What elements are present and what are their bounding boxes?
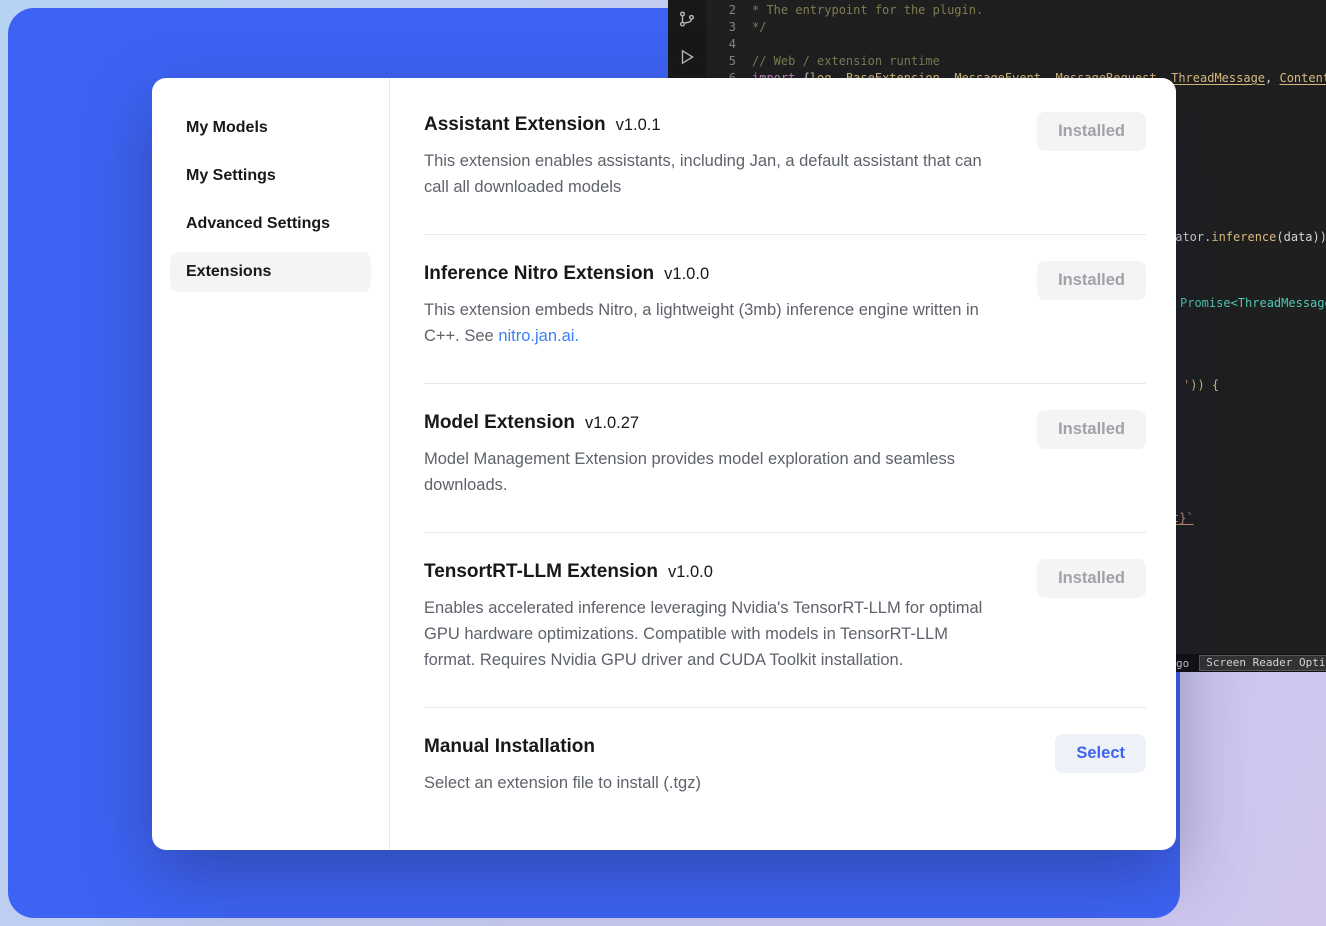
code-line: 2 * The entrypoint for the plugin. — [706, 2, 1326, 19]
code-area: 2 * The entrypoint for the plugin. 3 */ … — [706, 2, 1326, 87]
installed-button[interactable]: Installed — [1037, 112, 1146, 151]
select-file-button[interactable]: Select — [1055, 734, 1146, 773]
extension-item-model: Model Extensionv1.0.27 Model Management … — [424, 384, 1146, 533]
sidebar-item-advanced-settings[interactable]: Advanced Settings — [170, 204, 371, 244]
settings-sidebar: My Models My Settings Advanced Settings … — [152, 78, 390, 850]
code-line: 4 — [706, 36, 1326, 53]
code-line: 3 */ — [706, 19, 1326, 36]
extension-version: v1.0.1 — [616, 116, 661, 134]
manual-installation-description: Select an extension file to install (.tg… — [424, 770, 701, 796]
screen-reader-chip[interactable]: Screen Reader Optimized — [1199, 655, 1326, 671]
installed-button[interactable]: Installed — [1037, 559, 1146, 598]
code-fragment: ')) { — [1183, 378, 1219, 392]
manual-installation-title: Manual Installation — [424, 734, 701, 760]
extension-version: v1.0.27 — [585, 414, 639, 432]
extension-description: Enables accelerated inference leveraging… — [424, 595, 1002, 673]
manual-installation-item: Manual Installation Select an extension … — [424, 708, 1146, 830]
extension-version: v1.0.0 — [668, 563, 713, 581]
code-text: */ — [752, 19, 766, 36]
extension-title: Model Extensionv1.0.27 — [424, 410, 1002, 436]
sidebar-item-my-models[interactable]: My Models — [170, 108, 371, 148]
nitro-link[interactable]: nitro.jan.ai. — [498, 327, 579, 345]
extension-description: Model Management Extension provides mode… — [424, 446, 1002, 498]
extension-item-inference-nitro: Inference Nitro Extensionv1.0.0 This ext… — [424, 235, 1146, 384]
source-control-icon[interactable] — [668, 0, 706, 38]
status-item: go — [1176, 657, 1189, 670]
code-text: * The entrypoint for the plugin. — [752, 2, 983, 19]
extension-item-assistant: Assistant Extensionv1.0.1 This extension… — [424, 106, 1146, 235]
installed-button[interactable]: Installed — [1037, 261, 1146, 300]
sidebar-item-my-settings[interactable]: My Settings — [170, 156, 371, 196]
line-number: 4 — [706, 36, 752, 53]
installed-button[interactable]: Installed — [1037, 410, 1146, 449]
extension-description: This extension embeds Nitro, a lightweig… — [424, 297, 1002, 349]
run-debug-icon[interactable] — [668, 38, 706, 76]
code-fragment: Promise<ThreadMessage> — [1180, 296, 1326, 310]
extension-title: Inference Nitro Extensionv1.0.0 — [424, 261, 1002, 287]
extension-title: Assistant Extensionv1.0.1 — [424, 112, 1002, 138]
extension-description: This extension enables assistants, inclu… — [424, 148, 1002, 200]
line-number: 5 — [706, 53, 752, 70]
code-line: 5 // Web / extension runtime — [706, 53, 1326, 70]
line-number: 2 — [706, 2, 752, 19]
code-fragment: rator.inference(data)); — [1168, 230, 1326, 244]
settings-modal: My Models My Settings Advanced Settings … — [152, 78, 1176, 850]
extensions-panel: Assistant Extensionv1.0.1 This extension… — [390, 78, 1176, 850]
code-text: // Web / extension runtime — [752, 53, 940, 70]
extension-title: TensortRT-LLM Extensionv1.0.0 — [424, 559, 1002, 585]
line-number: 3 — [706, 19, 752, 36]
sidebar-item-extensions[interactable]: Extensions — [170, 252, 371, 292]
desktop: 2 * The entrypoint for the plugin. 3 */ … — [0, 0, 1326, 926]
extension-item-tensorrt-llm: TensortRT-LLM Extensionv1.0.0 Enables ac… — [424, 533, 1146, 708]
extension-version: v1.0.0 — [664, 265, 709, 283]
